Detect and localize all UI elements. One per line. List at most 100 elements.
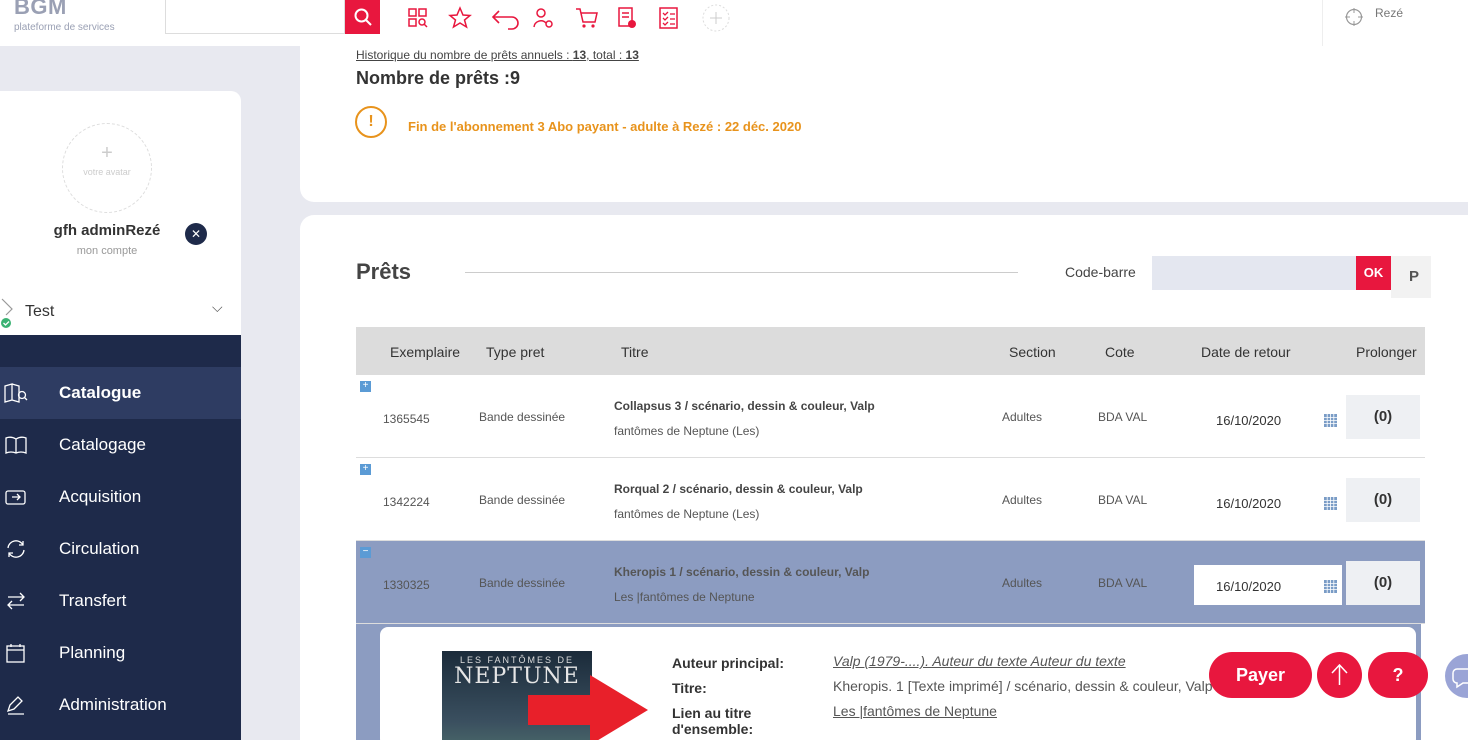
return-date-field[interactable]: 16/10/2020: [1194, 565, 1342, 605]
avatar-placeholder-text: votre avatar: [83, 167, 131, 177]
col-cote[interactable]: Cote: [1105, 344, 1135, 360]
cell-cote: BDA VAL: [1098, 576, 1148, 590]
cell-series: fantômes de Neptune (Les): [614, 507, 760, 521]
nav-label: Catalogue: [59, 383, 142, 402]
crosshair-icon: [1345, 8, 1363, 26]
title-value: Kheropis. 1 [Texte imprimé] / scénario, …: [833, 678, 1213, 694]
cart-icon[interactable]: [575, 6, 599, 30]
prolong-button[interactable]: (0): [1346, 478, 1420, 522]
nav-item-circulation[interactable]: Circulation: [0, 523, 241, 575]
return-arrow-icon[interactable]: [490, 6, 522, 30]
calendar-grid-icon[interactable]: [1324, 580, 1337, 593]
nav-item-transfert[interactable]: Transfert: [0, 575, 241, 627]
cell-type: Bande dessinée: [479, 410, 566, 424]
nav-item-acquisition[interactable]: Acquisition: [0, 471, 241, 523]
calendar-grid-icon[interactable]: [1324, 497, 1337, 510]
nav-item-administration[interactable]: Administration: [0, 679, 241, 731]
warning-icon: !: [355, 106, 387, 138]
p-button[interactable]: P: [1391, 256, 1431, 298]
catalogue-search-icon: [4, 383, 28, 403]
col-exemplaire[interactable]: Exemplaire: [390, 344, 460, 360]
return-date-field[interactable]: 16/10/2020: [1194, 399, 1342, 439]
cell-exemplaire: 1330325: [383, 578, 430, 592]
nav-label: Planning: [59, 643, 126, 662]
cell-cote: BDA VAL: [1098, 410, 1148, 424]
series-label-line2: d'ensemble:: [672, 721, 754, 737]
calendar-grid-icon[interactable]: [1324, 414, 1337, 427]
app-logo-subtitle: plateforme de services: [14, 22, 115, 33]
col-date-retour[interactable]: Date de retour: [1201, 344, 1291, 360]
checklist-icon[interactable]: [657, 6, 681, 30]
cell-series: Les |fantômes de Neptune: [614, 590, 755, 604]
author-link[interactable]: Valp (1979-....). Auteur du texte Auteur…: [833, 653, 1126, 669]
series-link[interactable]: Les |fantômes de Neptune: [833, 703, 997, 719]
global-search-input[interactable]: [165, 0, 345, 34]
author-label: Auteur principal:: [672, 655, 785, 671]
loan-count: Nombre de prêts :9: [356, 68, 521, 88]
chat-bubble-icon: [1452, 668, 1468, 689]
nav-item-planning[interactable]: Planning: [0, 627, 241, 679]
table-row-selected[interactable]: − 1330325 Bande dessinée Kheropis 1 / sc…: [356, 541, 1425, 624]
cell-section: Adultes: [1002, 493, 1043, 507]
cell-section: Adultes: [1002, 576, 1043, 590]
user-lock-icon[interactable]: [531, 6, 555, 30]
return-date: 16/10/2020: [1216, 496, 1282, 511]
col-titre[interactable]: Titre: [621, 344, 648, 360]
app-logo[interactable]: BGM: [14, 0, 67, 20]
col-prolonger[interactable]: Prolonger: [1356, 344, 1417, 360]
series-label: Lien au titre d'ensemble:: [672, 705, 753, 737]
barcode-input[interactable]: [1152, 256, 1357, 290]
expand-plus-icon[interactable]: +: [360, 381, 371, 392]
pay-button[interactable]: Payer: [1209, 652, 1312, 698]
acquisition-icon: [5, 490, 26, 505]
loan-history-link[interactable]: Historique du nombre de prêts annuels : …: [356, 48, 639, 62]
close-icon: ✕: [190, 227, 202, 241]
scroll-top-button[interactable]: [1317, 652, 1362, 698]
pen-icon: [6, 696, 24, 715]
logout-button[interactable]: ✕: [185, 223, 207, 245]
return-date-field[interactable]: 16/10/2020: [1194, 482, 1342, 522]
history-prefix: Historique du nombre de prêts annuels :: [356, 48, 573, 62]
barcode-ok-button[interactable]: OK: [1356, 256, 1391, 290]
series-label-line1: Lien au titre: [672, 705, 752, 721]
transfer-arrows-icon: [7, 592, 25, 610]
prolong-button[interactable]: (0): [1346, 561, 1420, 605]
nav-label: Catalogage: [59, 435, 146, 454]
cell-title[interactable]: Rorqual 2 / scénario, dessin & couleur, …: [614, 482, 863, 496]
nav-label: Administration: [59, 695, 167, 714]
calendar-icon: [6, 644, 25, 663]
table-row[interactable]: + 1365545 Bande dessinée Collapsus 3 / s…: [356, 375, 1425, 458]
add-shortcut-icon[interactable]: [701, 3, 731, 33]
cell-section: Adultes: [1002, 410, 1043, 424]
prolong-button[interactable]: (0): [1346, 395, 1420, 439]
book-open-icon: [5, 436, 27, 454]
chat-button[interactable]: [1445, 654, 1468, 698]
my-account-link[interactable]: mon compte: [0, 245, 214, 257]
location-selector[interactable]: Rezé: [1322, 0, 1468, 46]
expand-plus-icon[interactable]: +: [360, 464, 371, 475]
grid-search-icon[interactable]: [406, 6, 430, 30]
cell-series: fantômes de Neptune (Les): [614, 424, 760, 438]
cell-exemplaire: 1365545: [383, 412, 430, 426]
refresh-icon: [7, 540, 25, 558]
chevron-down-icon[interactable]: ⌵: [212, 299, 223, 316]
star-icon[interactable]: [448, 6, 472, 30]
col-section[interactable]: Section: [1009, 344, 1056, 360]
cell-title[interactable]: Kheropis 1 / scénario, dessin & couleur,…: [614, 565, 869, 579]
nav-item-catalogage[interactable]: Catalogage: [0, 419, 241, 471]
search-icon: [354, 8, 372, 26]
table-row[interactable]: + 1342224 Bande dessinée Rorqual 2 / scé…: [356, 458, 1425, 541]
nav-label: Circulation: [59, 539, 140, 558]
search-button[interactable]: [345, 0, 380, 34]
collapse-minus-icon[interactable]: −: [360, 547, 371, 558]
avatar-upload[interactable]: + votre avatar: [62, 123, 152, 213]
col-type-pret[interactable]: Type pret: [486, 344, 544, 360]
nav-item-catalogue[interactable]: Catalogue: [0, 367, 241, 419]
cell-title[interactable]: Collapsus 3 / scénario, dessin & couleur…: [614, 399, 875, 413]
workspace-label: Test: [25, 303, 55, 320]
title-label: Titre:: [672, 680, 707, 696]
document-delete-icon[interactable]: [615, 6, 639, 30]
return-date: 16/10/2020: [1216, 413, 1282, 428]
main-navigation: Catalogue Catalogage Acquisition Circula…: [0, 335, 241, 740]
help-button[interactable]: ?: [1368, 652, 1428, 698]
